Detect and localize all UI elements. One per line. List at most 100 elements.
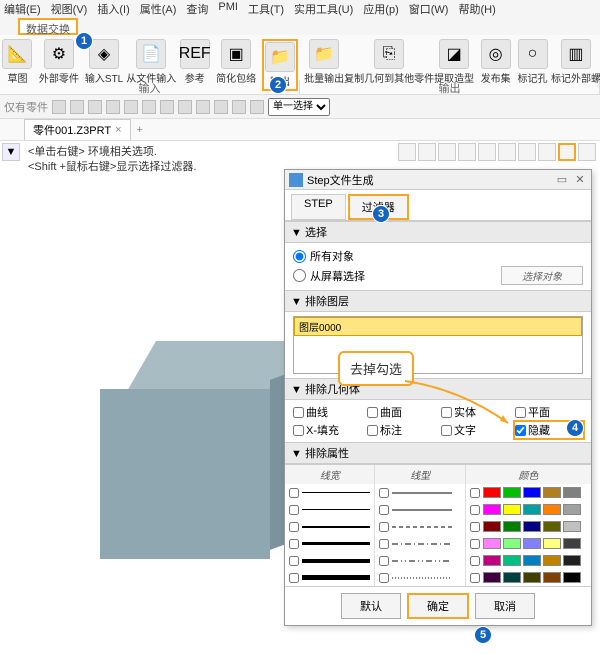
tab-step[interactable]: STEP [291, 194, 346, 220]
view-btn[interactable] [478, 143, 496, 161]
swatch[interactable] [543, 572, 561, 583]
chk-curve[interactable] [293, 407, 304, 418]
chk-lw[interactable] [289, 488, 299, 498]
swatch[interactable] [503, 504, 521, 515]
qbar-icon[interactable] [70, 100, 84, 114]
swatch[interactable] [483, 572, 501, 583]
ls-cell[interactable] [375, 535, 464, 552]
chk-ls[interactable] [379, 556, 389, 566]
chk-color[interactable] [470, 522, 480, 532]
chk-color[interactable] [470, 488, 480, 498]
chk-xfill[interactable] [293, 425, 304, 436]
swatch[interactable] [563, 538, 581, 549]
qbar-icon[interactable] [160, 100, 174, 114]
swatch[interactable] [523, 487, 541, 498]
btn-cancel[interactable]: 取消 [475, 593, 535, 619]
swatch[interactable] [483, 487, 501, 498]
btn-simplify[interactable]: ▣简化包络 [216, 39, 256, 85]
qbar-icon[interactable] [106, 100, 120, 114]
chk-label[interactable] [367, 425, 378, 436]
btn-extract[interactable]: ◪提取造型 [434, 39, 474, 85]
view-btn[interactable] [578, 143, 596, 161]
qbar-icon[interactable] [178, 100, 192, 114]
menu-window[interactable]: 窗口(W) [409, 1, 449, 17]
doc-tab[interactable]: 零件001.Z3PRT× [24, 119, 131, 140]
chk-lw[interactable] [289, 539, 299, 549]
qbar-icon[interactable] [124, 100, 138, 114]
btn-ref[interactable]: REF参考 [179, 39, 210, 85]
swatch[interactable] [503, 572, 521, 583]
swatch[interactable] [523, 504, 541, 515]
qbar-icon[interactable] [88, 100, 102, 114]
chk-lw[interactable] [289, 573, 299, 583]
swatch[interactable] [563, 521, 581, 532]
chk-text[interactable] [441, 425, 452, 436]
close-icon[interactable]: × [115, 124, 121, 136]
collapse-icon[interactable]: ▭ [555, 173, 569, 187]
swatch[interactable] [483, 538, 501, 549]
swatch[interactable] [523, 555, 541, 566]
swatch[interactable] [543, 555, 561, 566]
section-attr[interactable]: ▼ 排除属性 [285, 442, 591, 464]
section-geom[interactable]: ▼ 排除几何体 [285, 378, 591, 400]
color-row[interactable] [466, 552, 591, 569]
btn-mark-ext[interactable]: ▥标记外部螺 [554, 39, 598, 85]
swatch[interactable] [563, 572, 581, 583]
color-row[interactable] [466, 501, 591, 518]
view-btn[interactable] [398, 143, 416, 161]
ls-cell[interactable] [375, 569, 464, 586]
menu-view[interactable]: 视图(V) [51, 1, 88, 17]
chk-lw[interactable] [289, 556, 299, 566]
chk-surface[interactable] [367, 407, 378, 418]
view-btn[interactable] [418, 143, 436, 161]
menu-pmi[interactable]: PMI [218, 1, 238, 17]
view-btn[interactable] [458, 143, 476, 161]
chk-ls[interactable] [379, 539, 389, 549]
radio-screen[interactable] [293, 269, 306, 282]
menu-insert[interactable]: 插入(I) [97, 1, 129, 17]
chk-color[interactable] [470, 573, 480, 583]
chk-ls[interactable] [379, 522, 389, 532]
add-tab-icon[interactable]: + [131, 124, 149, 136]
menu-attr[interactable]: 属性(A) [140, 1, 177, 17]
swatch[interactable] [483, 504, 501, 515]
chk-ls[interactable] [379, 505, 389, 515]
view-btn[interactable] [558, 143, 576, 161]
swatch[interactable] [483, 555, 501, 566]
chk-solid[interactable] [441, 407, 452, 418]
btn-import-draft[interactable]: 📐草图 [2, 39, 33, 85]
chk-plane[interactable] [515, 407, 526, 418]
btn-batch-export[interactable]: 📁批量输出 [304, 39, 344, 85]
ls-cell[interactable] [375, 501, 464, 518]
swatch[interactable] [503, 487, 521, 498]
swatch[interactable] [503, 555, 521, 566]
qbar-icon[interactable] [250, 100, 264, 114]
swatch[interactable] [523, 572, 541, 583]
btn-mark-hole[interactable]: ○标记孔 [517, 39, 548, 85]
swatch[interactable] [563, 504, 581, 515]
chk-color[interactable] [470, 556, 480, 566]
ls-cell[interactable] [375, 484, 464, 501]
color-row[interactable] [466, 569, 591, 586]
swatch[interactable] [563, 487, 581, 498]
filter-icon[interactable]: ▼ [2, 143, 20, 161]
swatch[interactable] [523, 521, 541, 532]
menu-app[interactable]: 应用(p) [363, 1, 398, 17]
tab-data-exchange[interactable]: 数据交换 [18, 18, 78, 35]
close-panel-icon[interactable]: ✕ [573, 173, 587, 187]
menu-query[interactable]: 查询 [186, 1, 208, 17]
chk-color[interactable] [470, 539, 480, 549]
select-mode[interactable]: 单一选择 [268, 98, 330, 116]
chk-lw[interactable] [289, 522, 299, 532]
view-btn[interactable] [438, 143, 456, 161]
qbar-icon[interactable] [196, 100, 210, 114]
btn-from-file[interactable]: 📄从文件输入 [129, 39, 173, 85]
chk-ls[interactable] [379, 573, 389, 583]
color-row[interactable] [466, 518, 591, 535]
swatch[interactable] [503, 538, 521, 549]
layer-item[interactable]: 图层0000 [294, 317, 582, 336]
section-layer[interactable]: ▼ 排除图层 [285, 290, 591, 312]
swatch[interactable] [483, 521, 501, 532]
qbar-icon[interactable] [142, 100, 156, 114]
view-btn[interactable] [538, 143, 556, 161]
